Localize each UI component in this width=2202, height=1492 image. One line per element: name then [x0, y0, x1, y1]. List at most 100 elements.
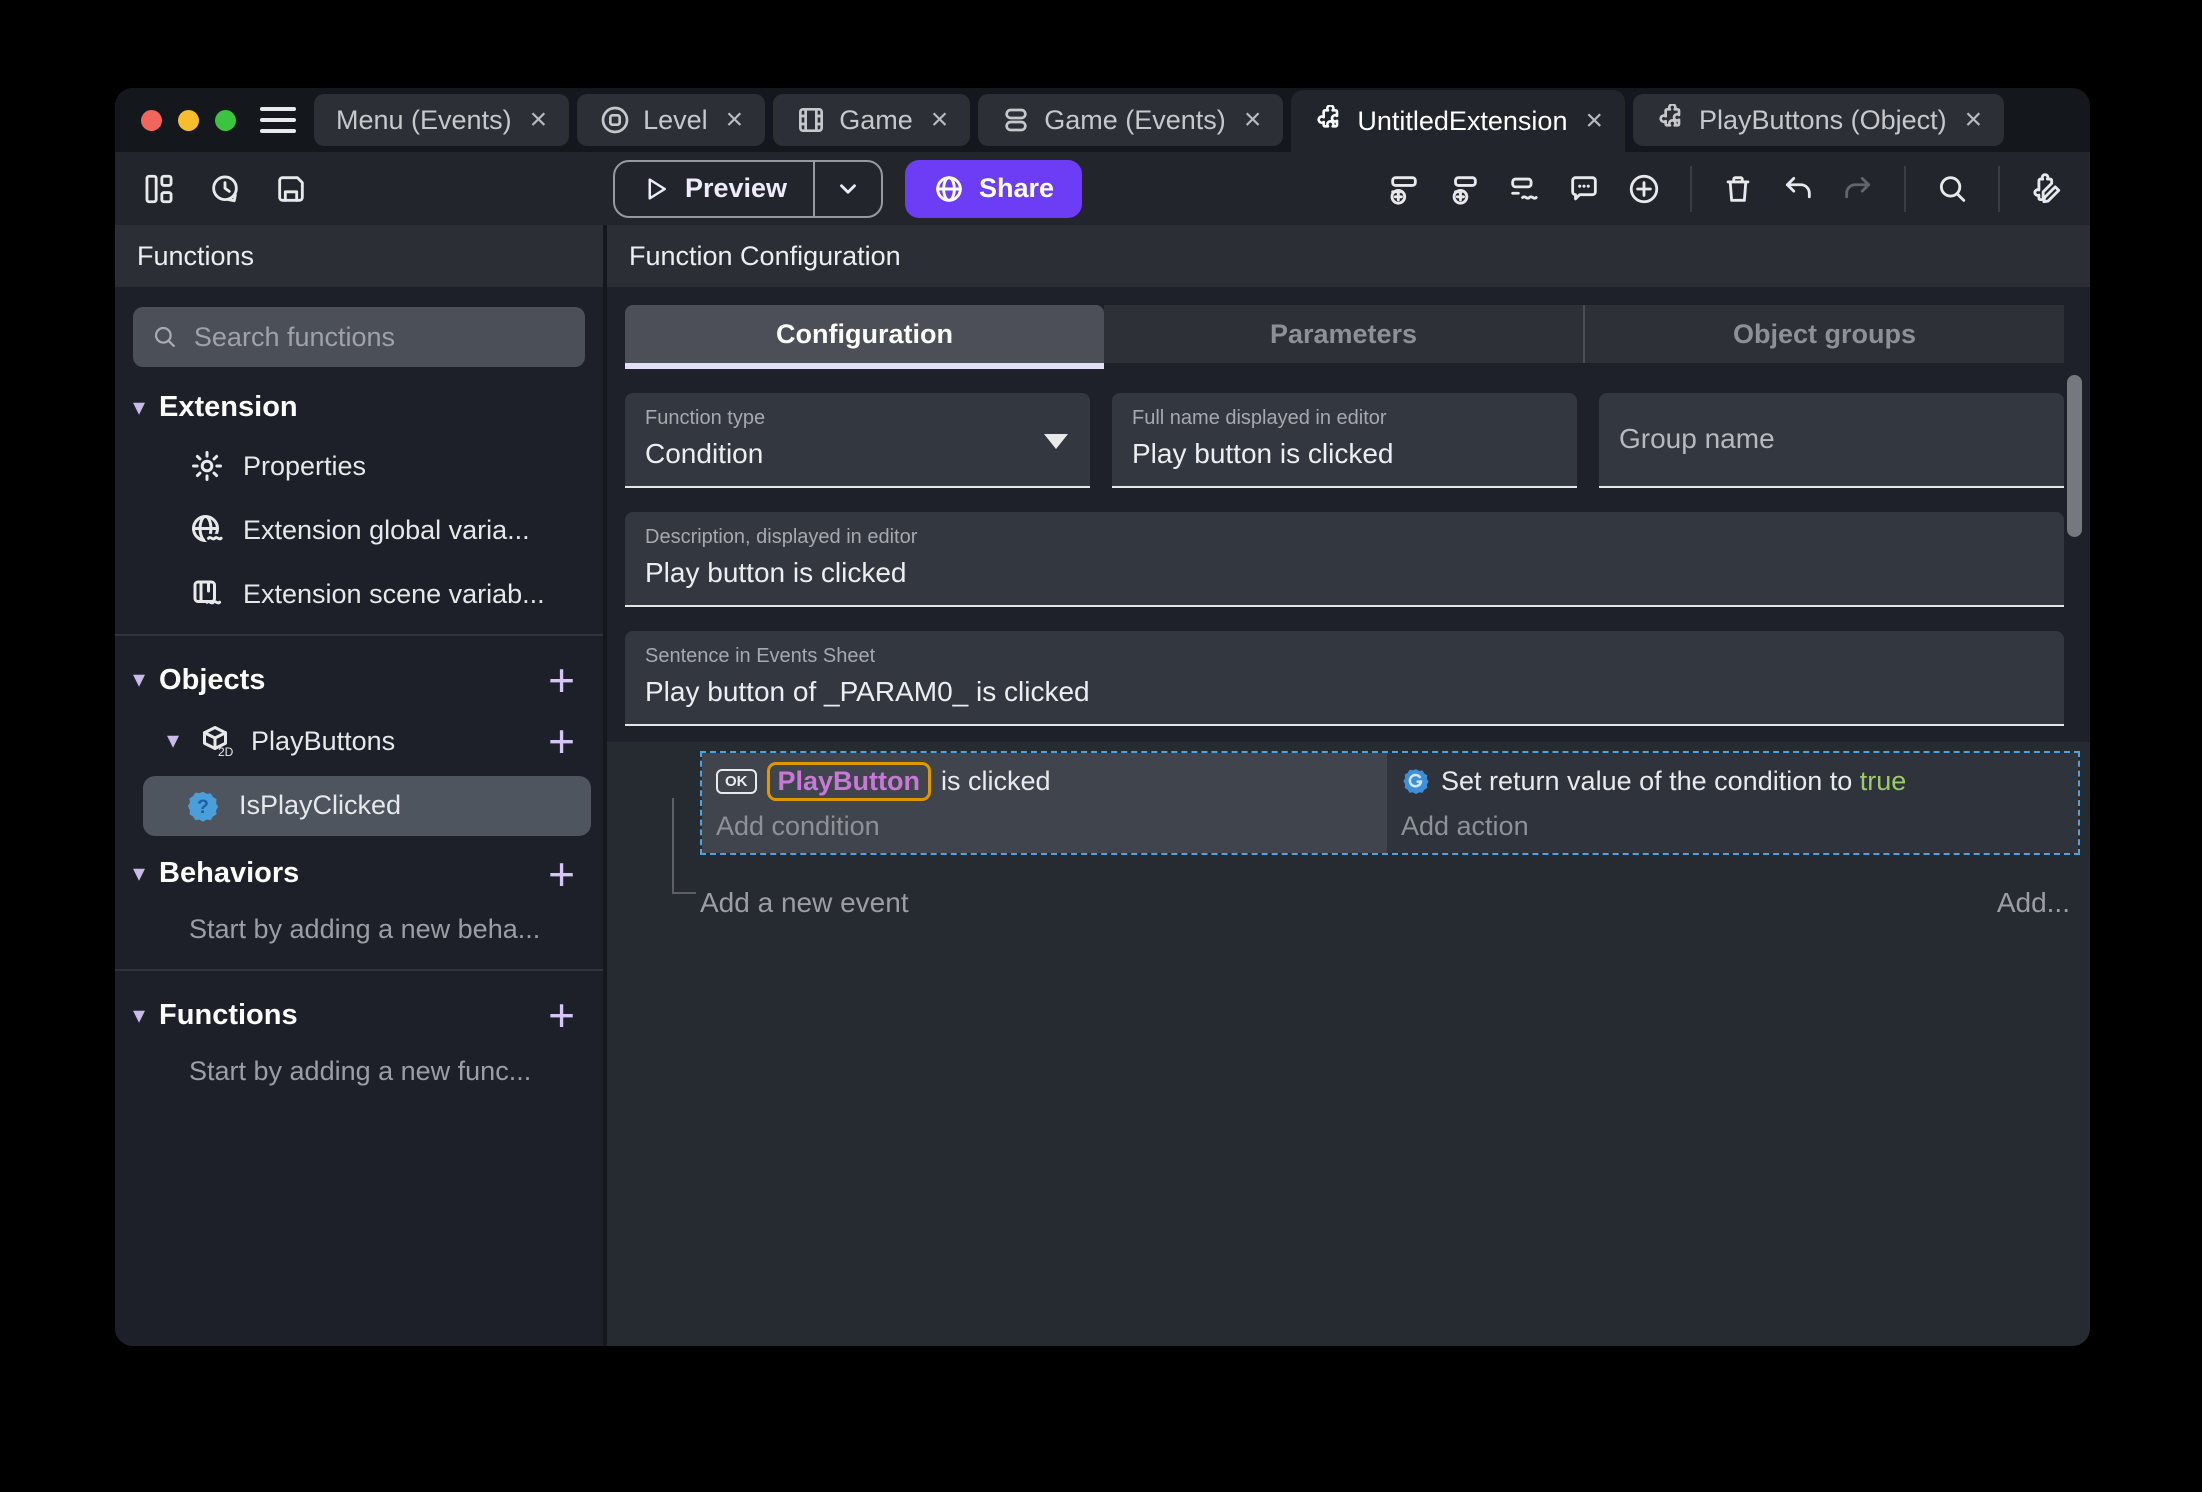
field-label: Sentence in Events Sheet	[645, 645, 876, 667]
add-comment-icon[interactable]	[1564, 169, 1604, 209]
function-type-select[interactable]: Function type Condition	[625, 393, 1090, 488]
share-button[interactable]: Share	[905, 159, 1083, 218]
add-action-button[interactable]: Add action	[1401, 807, 2074, 845]
minimize-window-button[interactable]	[178, 109, 199, 131]
share-label: Share	[979, 173, 1055, 203]
home-layout-icon[interactable]	[139, 169, 179, 209]
action-instruction[interactable]: Set return value of the condition to tru…	[1401, 759, 2074, 803]
svg-text:2D: 2D	[218, 745, 233, 759]
tab-game[interactable]: Game ×	[773, 94, 971, 146]
window-controls	[115, 88, 314, 152]
behaviors-empty-hint: Start by adding a new beha...	[189, 914, 541, 945]
close-tab-icon[interactable]: ×	[931, 105, 949, 135]
field-placeholder: Group name	[1619, 422, 1775, 454]
close-window-button[interactable]	[141, 109, 162, 131]
divider	[115, 634, 603, 636]
menu-icon[interactable]	[260, 107, 296, 133]
close-tab-icon[interactable]: ×	[530, 105, 548, 135]
play-icon	[648, 177, 666, 200]
add-subevent-icon[interactable]	[1444, 169, 1484, 209]
actions-column[interactable]: Set return value of the condition to tru…	[1387, 753, 2078, 853]
search-input[interactable]	[193, 321, 567, 353]
tab-configuration[interactable]: Configuration	[625, 305, 1104, 369]
chevron-down-icon[interactable]: ▾	[133, 395, 145, 420]
section-objects[interactable]: ▾ Objects +	[115, 644, 603, 709]
preview-label: Preview	[684, 173, 788, 203]
save-icon[interactable]	[271, 169, 311, 209]
delete-icon[interactable]	[1718, 169, 1758, 209]
redo-icon[interactable]	[1838, 169, 1878, 209]
add-other-event-icon[interactable]	[1504, 169, 1544, 209]
preview-dropdown-button[interactable]	[815, 162, 881, 216]
search-icon[interactable]	[1932, 169, 1972, 209]
add-more-button[interactable]: Add...	[1997, 887, 2070, 919]
add-event-icon[interactable]	[1384, 169, 1424, 209]
add-condition-button[interactable]: Add condition	[716, 807, 1383, 845]
chevron-down-icon	[840, 183, 856, 194]
chevron-down-icon[interactable]: ▾	[133, 861, 145, 886]
tab-bar: Menu (Events) × Level × Game × Game (Eve…	[115, 88, 2090, 152]
tab-playbuttons-object[interactable]: PlayButtons (Object) ×	[1633, 94, 2005, 146]
add-function-to-object-button[interactable]: +	[548, 718, 581, 764]
circle-plus-icon[interactable]	[1624, 169, 1664, 209]
toolbar-left-group	[139, 169, 311, 209]
tab-game-events[interactable]: Game (Events) ×	[978, 94, 1284, 146]
section-behaviors[interactable]: ▾ Behaviors +	[115, 838, 603, 903]
sidebar-item-extension-global-variables[interactable]: Extension global varia...	[115, 498, 603, 562]
item-label: Extension global varia...	[243, 514, 530, 545]
object-chip[interactable]: PlayButton	[766, 761, 932, 801]
tab-menu-events[interactable]: Menu (Events) ×	[314, 94, 570, 146]
tab-label: Parameters	[1269, 318, 1418, 349]
chevron-down-icon[interactable]: ▾	[133, 668, 145, 692]
chevron-down-icon[interactable]: ▾	[167, 729, 179, 753]
divider	[1904, 165, 1906, 212]
full-name-field[interactable]: Full name displayed in editor Play butto…	[1112, 393, 1577, 488]
tab-label: PlayButtons (Object)	[1699, 104, 1947, 135]
tab-level[interactable]: Level ×	[577, 94, 766, 146]
preview-button-main[interactable]: Preview	[615, 162, 813, 216]
section-functions[interactable]: ▾ Functions +	[115, 979, 603, 1044]
condition-instruction[interactable]: OK PlayButton is clicked	[716, 759, 1383, 803]
item-label: Extension scene variab...	[243, 578, 545, 609]
add-free-function-button[interactable]: +	[548, 993, 581, 1039]
sentence-field[interactable]: Sentence in Events Sheet Play button of …	[625, 631, 2064, 726]
sidebar-item-isplayclicked[interactable]: ? IsPlayClicked	[143, 775, 591, 836]
event-row[interactable]: OK PlayButton is clicked Add condition S…	[700, 751, 2080, 855]
field-label: Function type	[645, 407, 766, 429]
gear-icon	[189, 448, 225, 484]
globe-variable-icon	[189, 512, 225, 548]
tab-untitled-extension[interactable]: UntitledExtension ×	[1291, 90, 1625, 152]
tab-label: Configuration	[776, 318, 953, 349]
undo-icon[interactable]	[1778, 169, 1818, 209]
group-name-field[interactable]: Group name	[1599, 393, 2064, 488]
preview-button[interactable]: Preview	[612, 159, 884, 218]
maximize-window-button[interactable]	[215, 109, 236, 131]
close-tab-icon[interactable]: ×	[1585, 106, 1603, 136]
tab-label: Menu (Events)	[336, 104, 512, 135]
chevron-down-icon[interactable]: ▾	[133, 1003, 145, 1028]
edit-extension-icon[interactable]	[2026, 169, 2066, 209]
description-field[interactable]: Description, displayed in editor Play bu…	[625, 512, 2064, 607]
search-box[interactable]	[133, 307, 585, 367]
sidebar-item-extension-scene-variables[interactable]: Extension scene variab...	[115, 562, 603, 626]
section-extension[interactable]: ▾ Extension	[115, 373, 603, 434]
close-tab-icon[interactable]: ×	[1965, 105, 1983, 135]
tab-parameters[interactable]: Parameters	[1104, 305, 1583, 363]
tab-label: UntitledExtension	[1357, 105, 1568, 136]
item-label: PlayButtons	[251, 725, 396, 756]
scene-variable-icon	[189, 576, 225, 612]
tab-label: Game	[839, 104, 913, 135]
tab-object-groups[interactable]: Object groups	[1583, 305, 2064, 363]
close-tab-icon[interactable]: ×	[726, 105, 744, 135]
close-tab-icon[interactable]: ×	[1244, 105, 1262, 135]
conditions-column[interactable]: OK PlayButton is clicked Add condition	[702, 753, 1387, 853]
scene-icon	[599, 104, 631, 136]
history-icon[interactable]	[205, 169, 245, 209]
vertical-scrollbar[interactable]	[2067, 375, 2082, 537]
divider	[1690, 165, 1692, 212]
sidebar-item-playbuttons[interactable]: ▾ 2D PlayButtons +	[115, 709, 603, 774]
add-object-button[interactable]: +	[548, 657, 581, 703]
sidebar-item-properties[interactable]: Properties	[115, 434, 603, 498]
add-behavior-button[interactable]: +	[548, 851, 581, 897]
add-new-event-button[interactable]: Add a new event	[700, 887, 909, 919]
